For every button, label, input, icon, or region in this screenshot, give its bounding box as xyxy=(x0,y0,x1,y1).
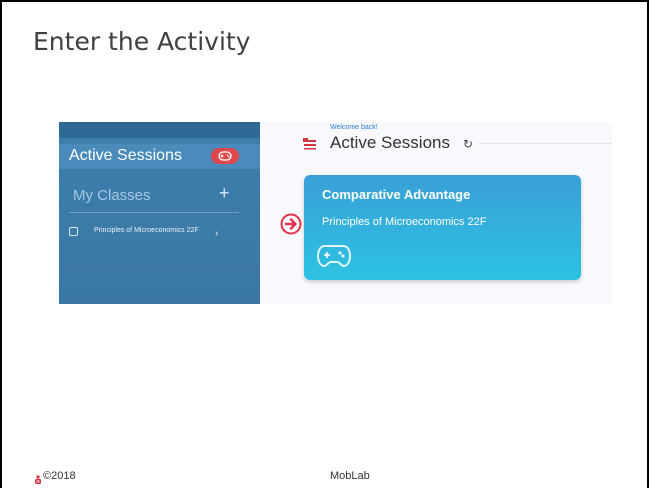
app-screenshot: Active Sessions My Classes + Principles … xyxy=(59,122,612,304)
footer-brand: MobLab xyxy=(330,470,370,482)
welcome-text: Welcome back! xyxy=(330,124,378,131)
session-card-class: Principles of Microeconomics 22F xyxy=(322,216,487,228)
sidebar-item-label: Principles of Microeconomics 22F xyxy=(94,227,199,234)
gamepad-icon xyxy=(316,243,352,274)
sidebar-item-label: Active Sessions xyxy=(69,147,182,164)
page-title: Active Sessions xyxy=(330,133,450,152)
my-classes-heading: My Classes xyxy=(73,187,151,204)
sidebar-item-active-sessions[interactable]: Active Sessions xyxy=(59,144,260,169)
gamepad-icon xyxy=(211,148,239,164)
divider xyxy=(69,212,239,213)
slide-title: Enter the Activity xyxy=(33,27,251,56)
chevron-right-icon: › xyxy=(215,228,219,239)
checkbox-icon xyxy=(69,227,78,236)
session-card[interactable]: Comparative Advantage Principles of Micr… xyxy=(304,175,581,280)
main-panel: Welcome back! Active Sessions ↻ Comparat… xyxy=(260,122,612,304)
sidebar-header-bar xyxy=(59,122,260,138)
sidebar-item-class[interactable]: Principles of Microeconomics 22F › xyxy=(59,224,260,244)
footer-copyright: ©2018 xyxy=(43,470,76,482)
arrow-right-circle-icon xyxy=(280,213,302,240)
sidebar: Active Sessions My Classes + Principles … xyxy=(59,122,260,304)
divider xyxy=(478,143,612,144)
session-card-title: Comparative Advantage xyxy=(322,187,471,202)
plus-icon[interactable]: + xyxy=(219,183,230,204)
refresh-icon[interactable]: ↻ xyxy=(463,137,473,151)
moblab-logo-icon xyxy=(34,472,42,488)
mortarboard-icon xyxy=(303,137,317,155)
